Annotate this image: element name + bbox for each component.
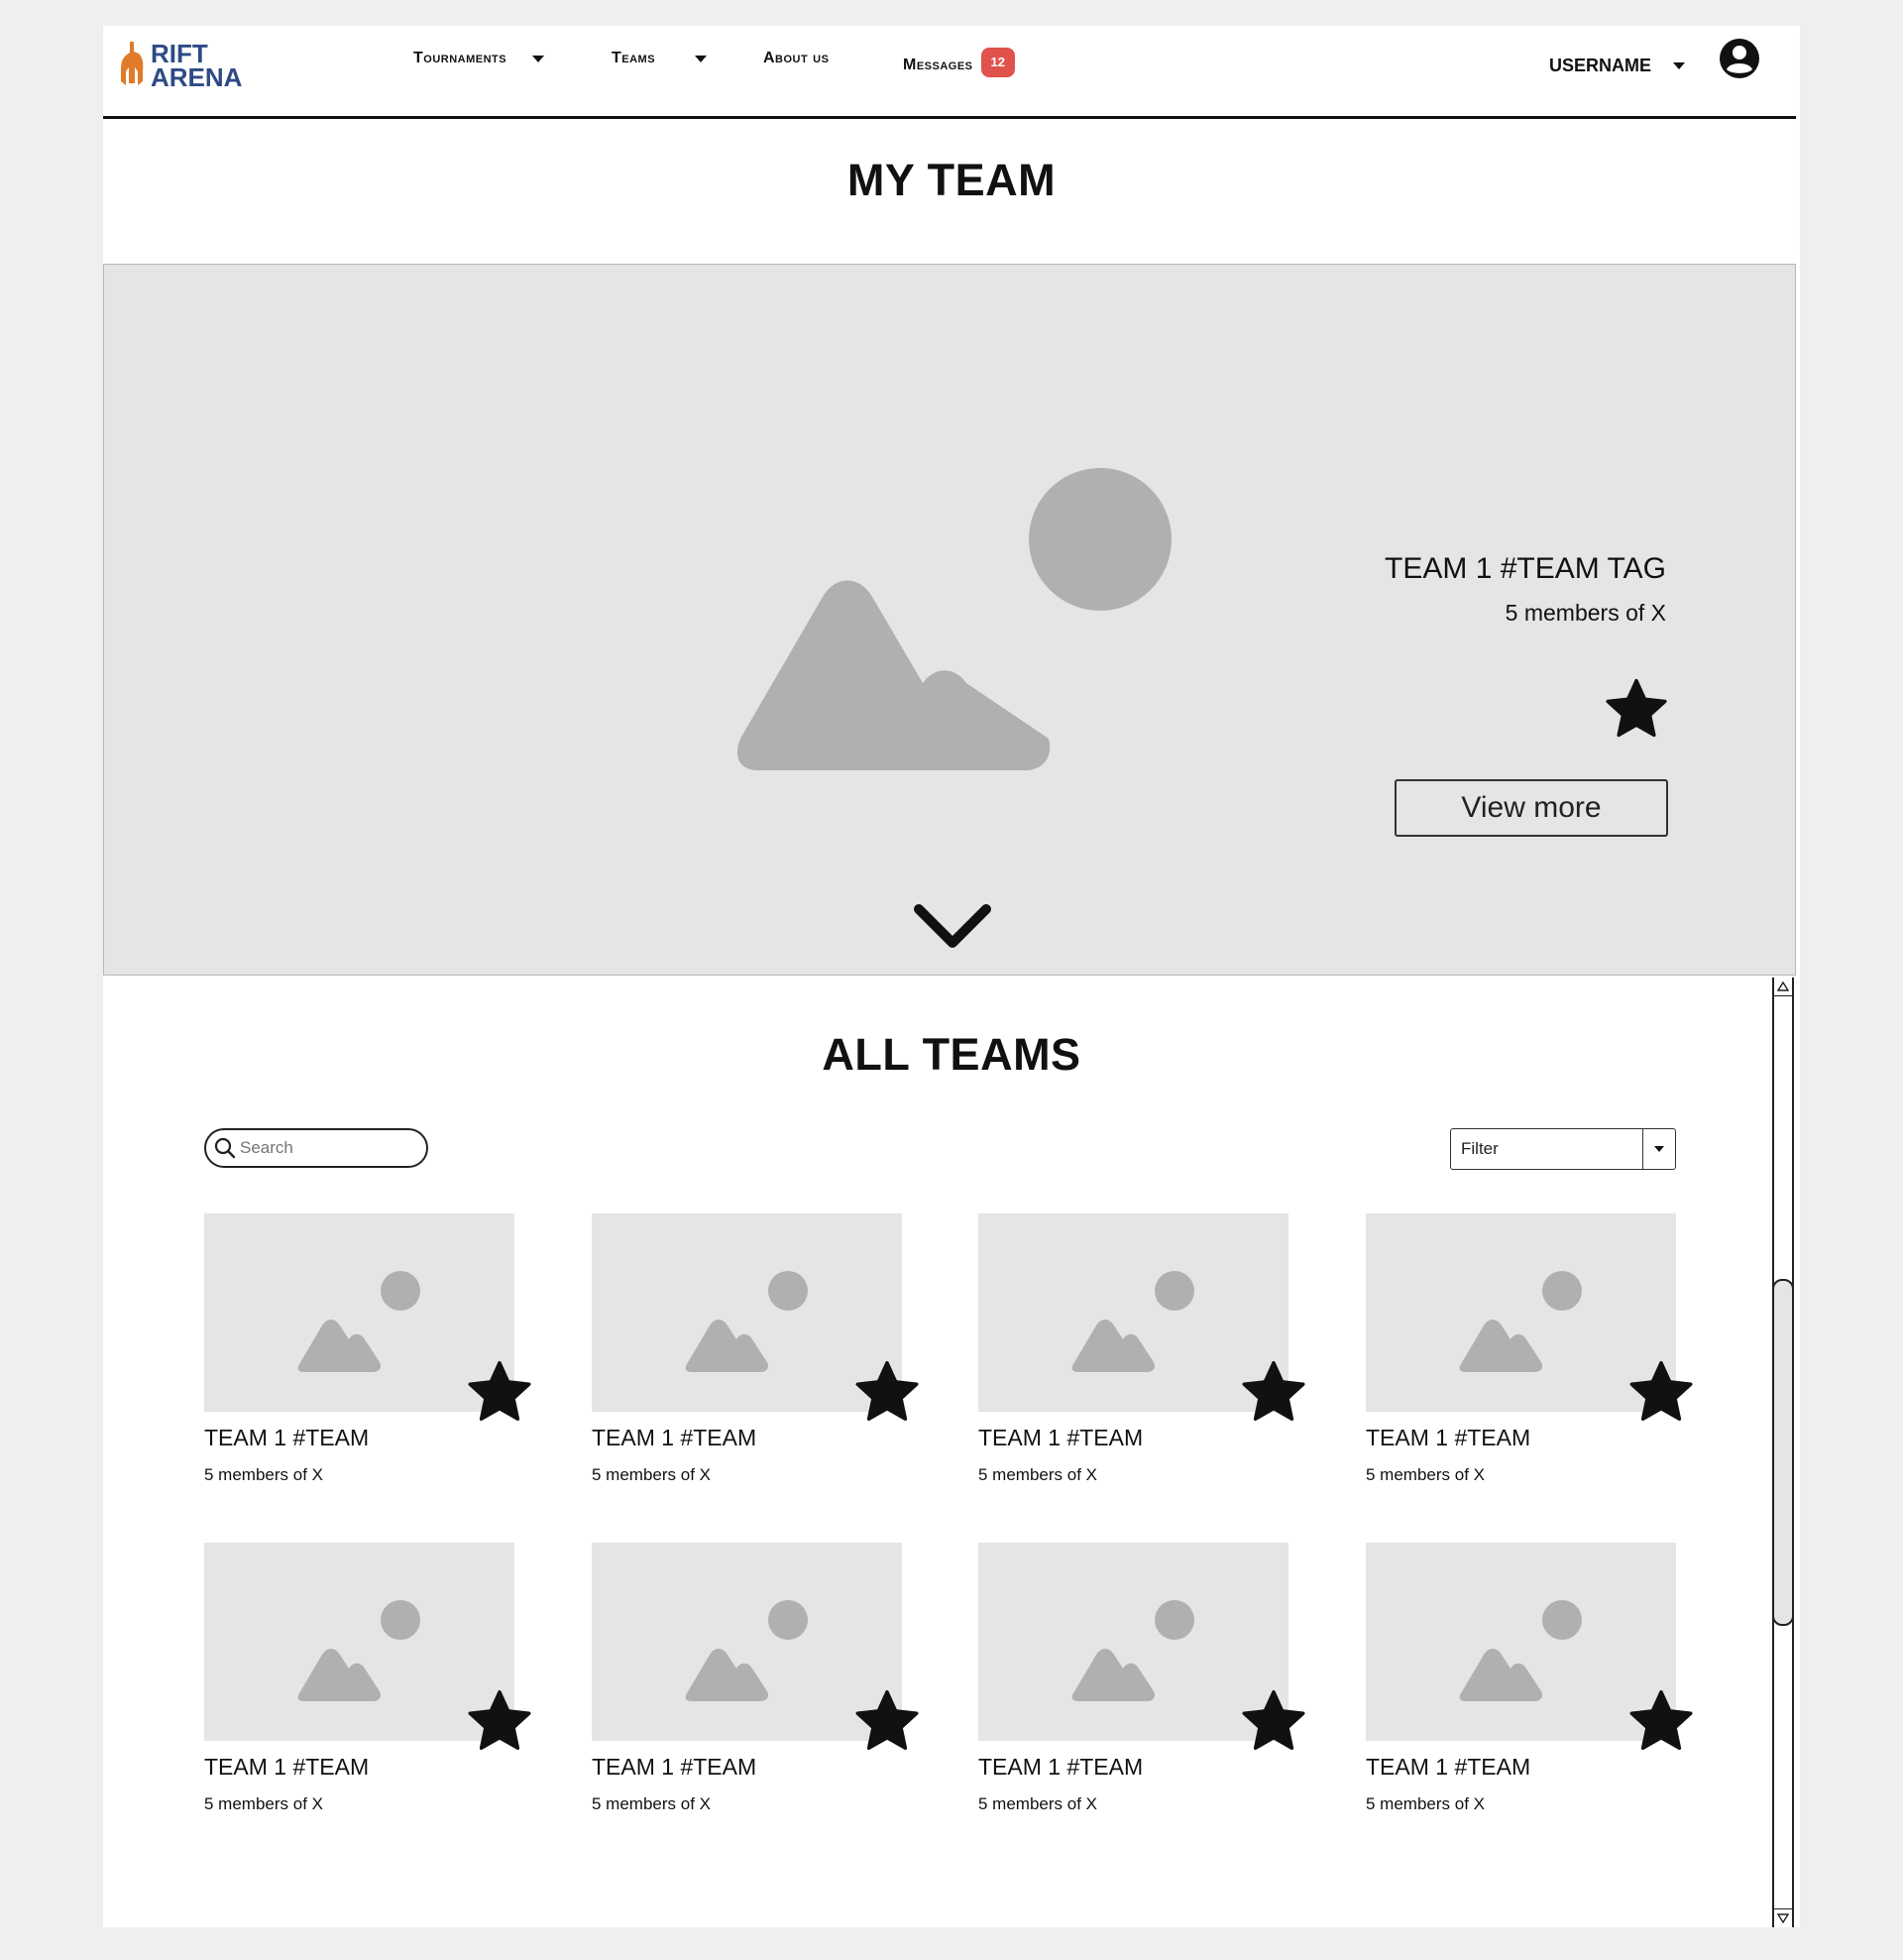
spartan-helmet-icon (121, 42, 144, 85)
team-card[interactable]: TEAM 1 #TEAM 5 members of X (204, 1543, 531, 1840)
team-card[interactable]: TEAM 1 #TEAM 5 members of X (1366, 1213, 1693, 1511)
team-card[interactable]: TEAM 1 #TEAM 5 members of X (592, 1213, 919, 1511)
team-card-title: TEAM 1 #TEAM (204, 1425, 370, 1450)
chevron-down-icon[interactable] (911, 899, 994, 953)
chevron-down-icon (532, 55, 545, 62)
team-card[interactable]: TEAM 1 #TEAM 5 members of X (592, 1543, 919, 1840)
search-input[interactable] (240, 1138, 408, 1158)
username-label: USERNAME (1548, 56, 1651, 75)
star-icon[interactable] (465, 1358, 534, 1428)
team-card-title: TEAM 1 #TEAM (978, 1754, 1144, 1780)
filter-dropdown[interactable]: Filter (1450, 1128, 1676, 1170)
team-card[interactable]: TEAM 1 #TEAM 5 members of X (1366, 1543, 1693, 1840)
scroll-thumb[interactable] (1772, 1279, 1794, 1626)
team-card-members: 5 members of X (592, 1794, 711, 1813)
my-team-heading: MY TEAM (846, 155, 1057, 205)
team-card-members: 5 members of X (1366, 1465, 1485, 1484)
team-card[interactable]: TEAM 1 #TEAM 5 members of X (978, 1543, 1305, 1840)
filter-value: Filter (1461, 1139, 1499, 1158)
rift-arena-logo[interactable]: RIFT ARENA (119, 36, 242, 95)
team-card-title: TEAM 1 #TEAM (1366, 1754, 1531, 1780)
vertical-scrollbar[interactable] (1772, 978, 1794, 1927)
team-card-title: TEAM 1 #TEAM (204, 1754, 370, 1780)
star-icon[interactable] (465, 1687, 534, 1757)
top-navbar: RIFT ARENA Tournaments Teams About us Me… (103, 26, 1796, 119)
star-icon[interactable] (1239, 1358, 1308, 1428)
search-icon (214, 1137, 236, 1159)
nav-about-us-label: About us (763, 50, 830, 66)
view-more-button[interactable]: View more (1395, 779, 1668, 837)
team-card-title: TEAM 1 #TEAM (592, 1425, 757, 1450)
star-icon[interactable] (1603, 676, 1670, 744)
triangle-up-icon (1777, 981, 1789, 991)
star-icon[interactable] (1626, 1358, 1696, 1428)
my-team-members: 5 members of X (1505, 600, 1666, 626)
nav-tournaments[interactable]: Tournaments (413, 50, 545, 67)
team-card[interactable]: TEAM 1 #TEAM 5 members of X (204, 1213, 531, 1511)
logo-text-arena: ARENA (151, 62, 243, 92)
triangle-down-icon (1777, 1913, 1789, 1923)
user-menu[interactable]: USERNAME (1549, 56, 1685, 76)
scroll-up-arrow[interactable] (1774, 978, 1792, 996)
star-icon[interactable] (852, 1358, 922, 1428)
my-team-banner: TEAM 1 #TEAM TAG 5 members of X View mor… (103, 264, 1796, 976)
all-teams-heading: ALL TEAMS (822, 1029, 1081, 1080)
nav-teams-label: Teams (612, 50, 656, 66)
team-card-members: 5 members of X (978, 1465, 1097, 1484)
team-card-title: TEAM 1 #TEAM (592, 1754, 757, 1780)
nav-teams[interactable]: Teams (612, 50, 708, 67)
nav-about-us[interactable]: About us (763, 50, 829, 67)
team-card-members: 5 members of X (592, 1465, 711, 1484)
my-team-title: TEAM 1 #TEAM TAG (1385, 552, 1666, 585)
team-card-members: 5 members of X (204, 1794, 323, 1813)
team-card-title: TEAM 1 #TEAM (978, 1425, 1144, 1450)
star-icon[interactable] (1626, 1687, 1696, 1757)
my-team-info: TEAM 1 #TEAM TAG 5 members of X (1385, 552, 1666, 627)
scroll-down-arrow[interactable] (1774, 1908, 1792, 1927)
chevron-down-icon (695, 55, 708, 62)
star-icon[interactable] (852, 1687, 922, 1757)
team-card-members: 5 members of X (204, 1465, 323, 1484)
team-card[interactable]: TEAM 1 #TEAM 5 members of X (978, 1213, 1305, 1511)
nav-messages-label: Messages (903, 57, 973, 73)
nav-tournaments-label: Tournaments (413, 50, 507, 66)
page-frame: RIFT ARENA Tournaments Teams About us Me… (103, 26, 1800, 1927)
team-card-members: 5 members of X (1366, 1794, 1485, 1813)
team-card-title: TEAM 1 #TEAM (1366, 1425, 1531, 1450)
team-card-members: 5 members of X (978, 1794, 1097, 1813)
messages-count-badge: 12 (980, 48, 1015, 77)
star-icon[interactable] (1239, 1687, 1308, 1757)
user-avatar-icon[interactable] (1719, 38, 1760, 79)
chevron-down-icon (1673, 62, 1685, 69)
filter-dropdown-button[interactable] (1642, 1129, 1675, 1169)
nav-messages[interactable]: Messages 12 (903, 48, 1015, 77)
team-search-box[interactable] (204, 1128, 428, 1168)
chevron-down-icon (1654, 1146, 1664, 1152)
image-placeholder-icon (737, 468, 1172, 770)
